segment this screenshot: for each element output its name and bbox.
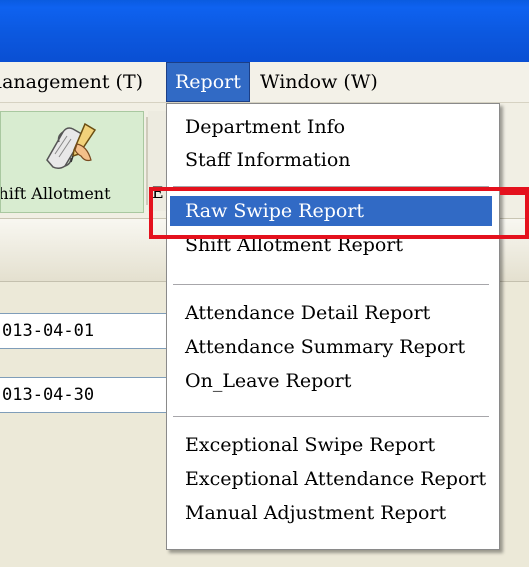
menu-item-attendance-detail-report[interactable]: Attendance Detail Report [170,298,492,328]
menu-report[interactable]: Report [166,62,250,102]
menu-item-attendance-summary-report[interactable]: Attendance Summary Report [170,332,492,362]
menu-item-manual-adjustment-report[interactable]: Manual Adjustment Report [170,498,492,528]
report-dropdown-menu: Department Info Staff Information Raw Sw… [166,103,500,550]
shift-allotment-button[interactable]: Shift Allotment [0,111,144,213]
menu-item-staff-information[interactable]: Staff Information [170,145,492,175]
menubar: lanagement (T) Report Window (W) [0,62,529,103]
window-titlebar [0,0,529,62]
menu-separator [173,284,489,286]
menu-management[interactable]: lanagement (T) [0,62,151,102]
annotation-highlight-box [149,187,529,239]
menu-item-exceptional-swipe-report[interactable]: Exceptional Swipe Report [170,430,492,460]
shift-allotment-label: Shift Allotment [1,184,111,203]
annotation-pointer-line [500,191,529,195]
menu-item-exceptional-attendance-report[interactable]: Exceptional Attendance Report [170,464,492,494]
menu-separator [173,416,489,418]
menu-item-department-info[interactable]: Department Info [170,112,492,142]
start-date-field[interactable]: 013-04-01 [0,313,181,349]
quill-scroll-icon [46,122,97,170]
menu-item-on-leave-report[interactable]: On_Leave Report [170,366,492,396]
menu-window[interactable]: Window (W) [252,62,386,102]
end-date-field[interactable]: 013-04-30 [0,377,181,413]
